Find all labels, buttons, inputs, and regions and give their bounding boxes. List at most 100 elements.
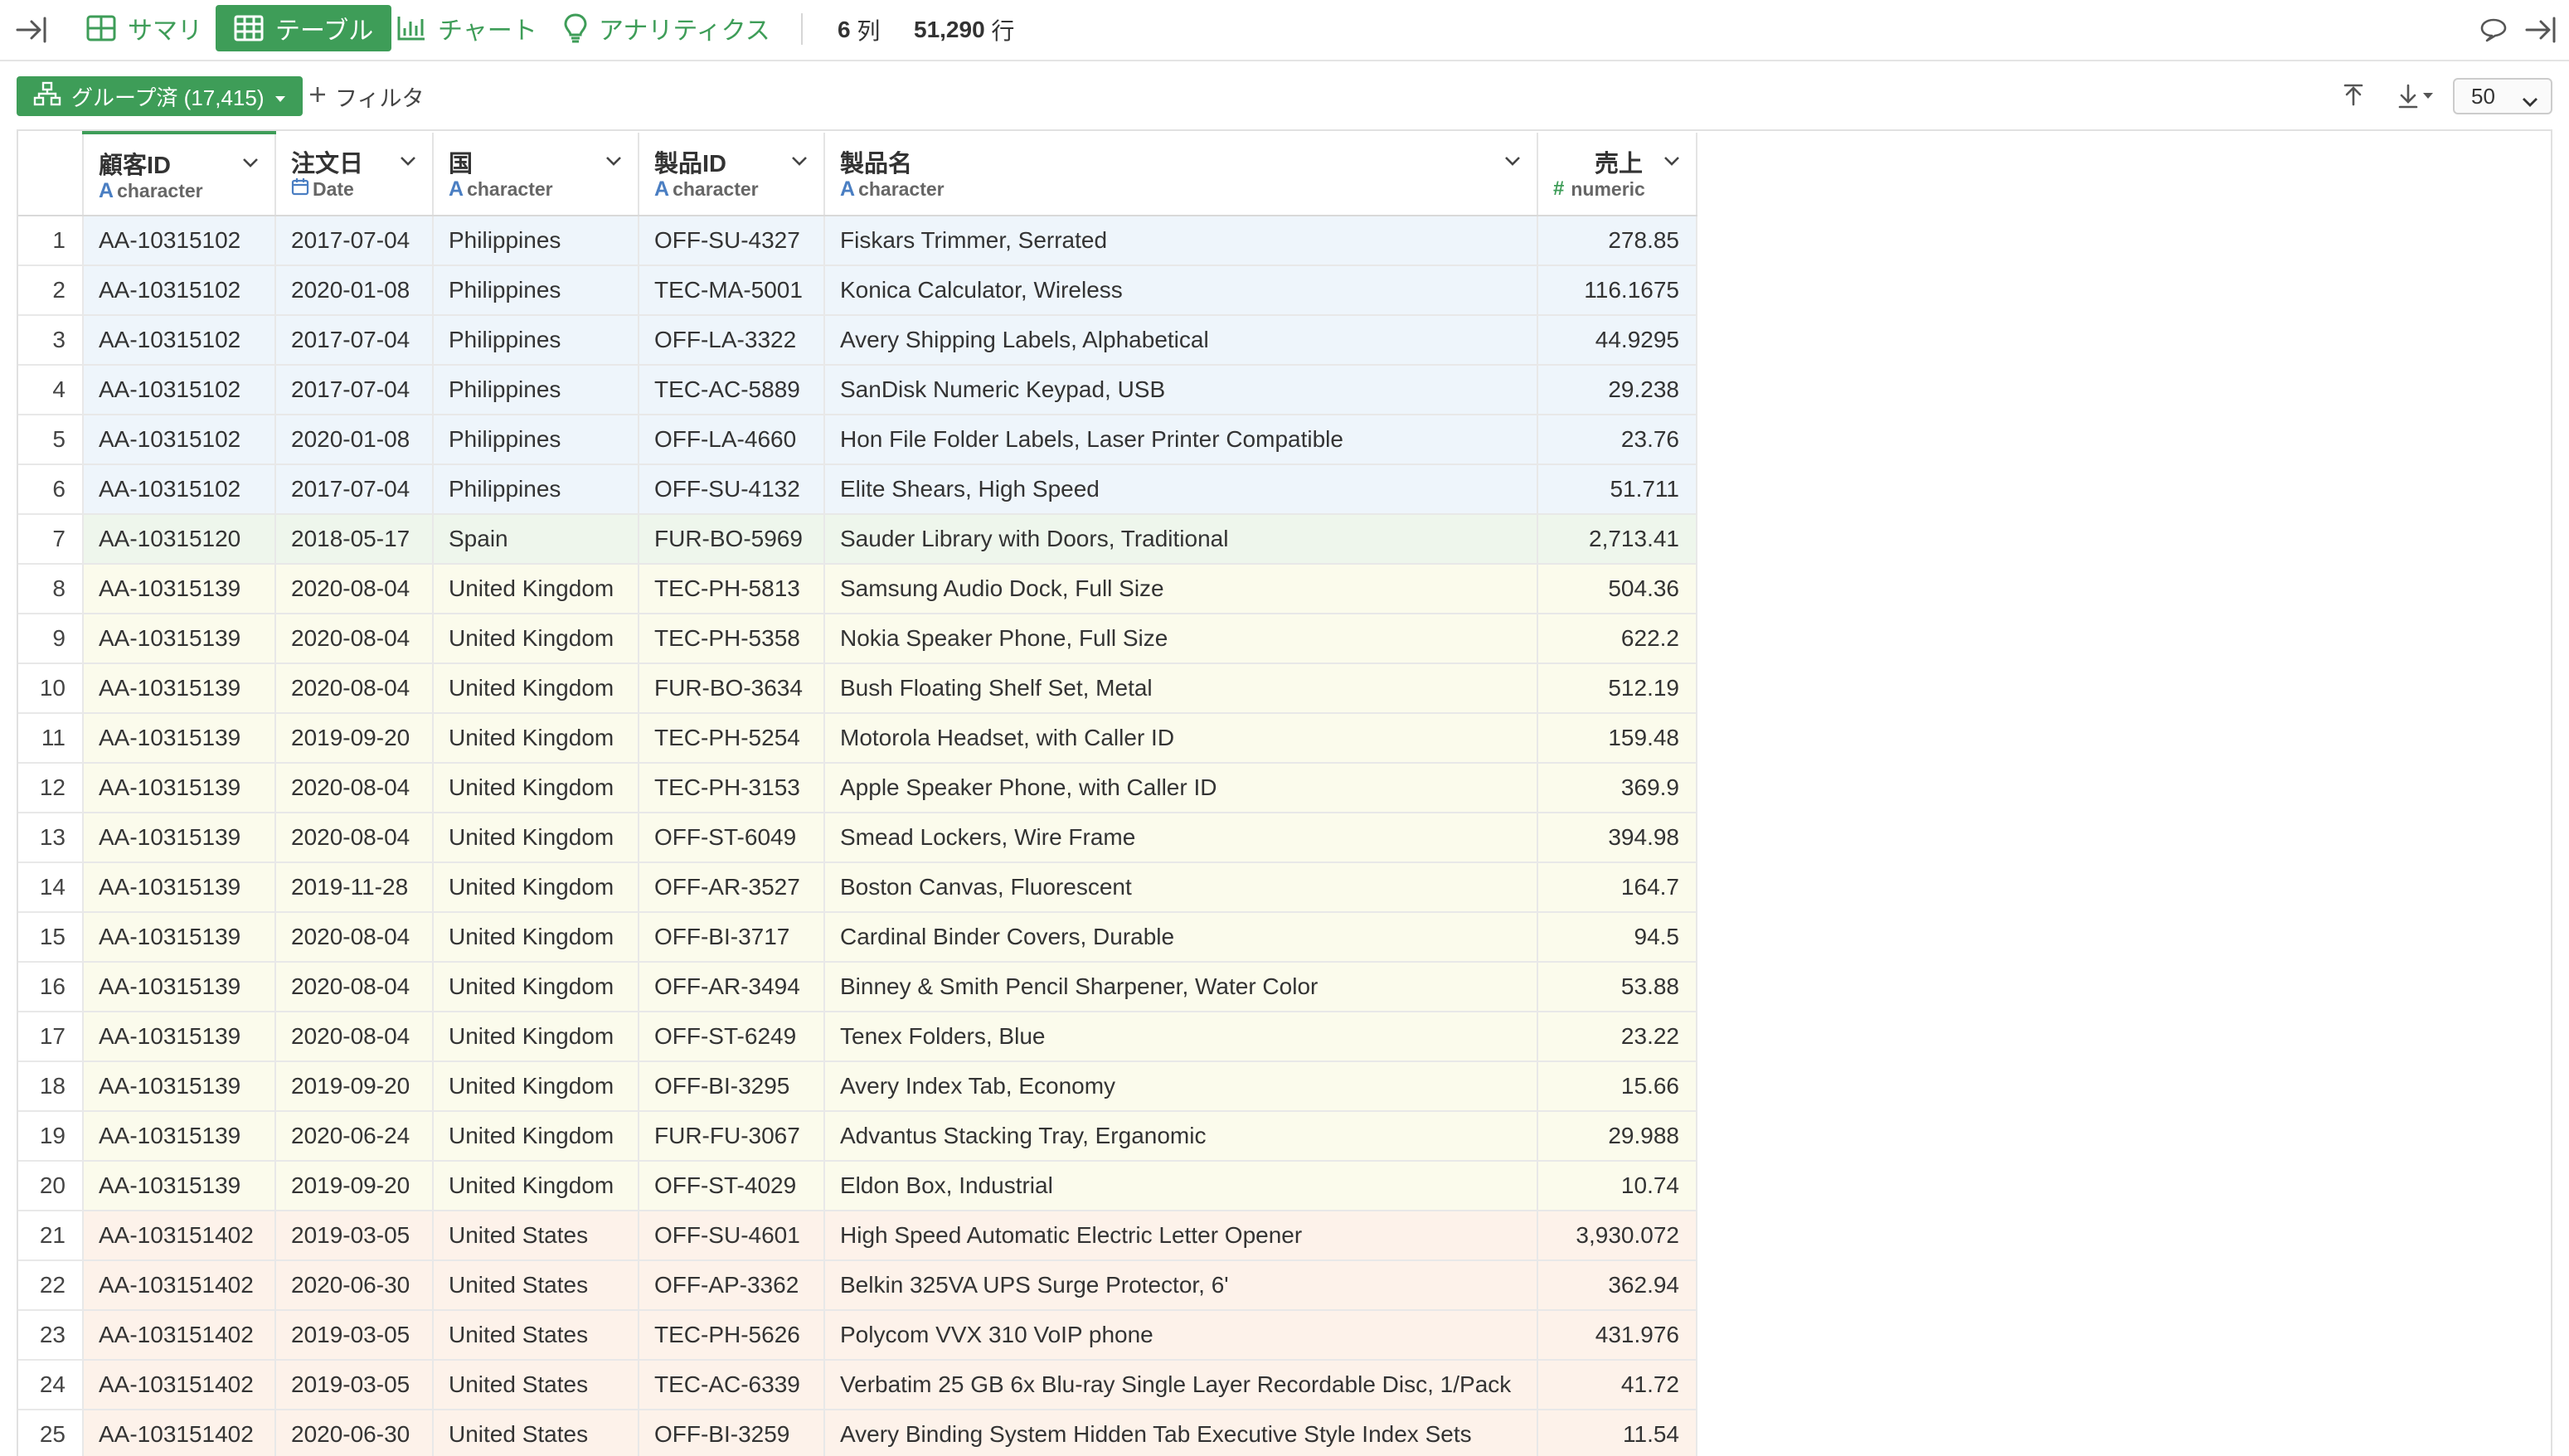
cell-customer-id[interactable]: AA-10315102 bbox=[83, 365, 276, 415]
cell-customer-id[interactable]: AA-10315139 bbox=[83, 763, 276, 813]
cell-product-id[interactable]: TEC-PH-3153 bbox=[639, 763, 825, 813]
table-row[interactable]: 9 AA-10315139 2020-08-04 United Kingdom TEC-… bbox=[18, 614, 1697, 664]
cell-customer-id[interactable]: AA-103151402 bbox=[83, 1360, 276, 1410]
cell-product-name[interactable]: Avery Binding System Hidden Tab Executiv… bbox=[824, 1410, 1538, 1456]
cell-sales[interactable]: 116.1675 bbox=[1537, 265, 1697, 316]
column-header-product-name[interactable]: 製品名 Acharacter bbox=[824, 133, 1538, 216]
table-row[interactable]: 6 AA-10315102 2017-07-04 Philippines OFF-SU-… bbox=[18, 464, 1697, 515]
cell-order-date[interactable]: 2020-08-04 bbox=[275, 1012, 434, 1062]
cell-product-id[interactable]: FUR-BO-3634 bbox=[639, 663, 825, 714]
cell-product-name[interactable]: Elite Shears, High Speed bbox=[824, 464, 1538, 515]
table-row[interactable]: 23 AA-103151402 2019-03-05 United States TEC… bbox=[18, 1310, 1697, 1361]
cell-product-name[interactable]: SanDisk Numeric Keypad, USB bbox=[824, 365, 1538, 415]
cell-sales[interactable]: 3,930.072 bbox=[1537, 1211, 1697, 1261]
cell-order-date[interactable]: 2020-08-04 bbox=[275, 614, 434, 664]
cell-product-id[interactable]: OFF-AR-3527 bbox=[639, 862, 825, 913]
cell-product-name[interactable]: Avery Shipping Labels, Alphabetical bbox=[824, 315, 1538, 366]
table-row[interactable]: 22 AA-103151402 2020-06-30 United States OFF… bbox=[18, 1260, 1697, 1311]
table-row[interactable]: 18 AA-10315139 2019-09-20 United Kingdom OFF… bbox=[18, 1061, 1697, 1112]
cell-order-date[interactable]: 2019-03-05 bbox=[275, 1310, 434, 1361]
cell-order-date[interactable]: 2020-08-04 bbox=[275, 763, 434, 813]
table-row[interactable]: 24 AA-103151402 2019-03-05 United States TEC… bbox=[18, 1360, 1697, 1410]
cell-customer-id[interactable]: AA-10315102 bbox=[83, 415, 276, 465]
cell-product-id[interactable]: OFF-ST-6249 bbox=[639, 1012, 825, 1062]
cell-order-date[interactable]: 2017-07-04 bbox=[275, 216, 434, 266]
column-header-sales[interactable]: 売上 # numeric bbox=[1537, 133, 1697, 216]
cell-order-date[interactable]: 2017-07-04 bbox=[275, 315, 434, 366]
cell-country[interactable]: United Kingdom bbox=[433, 1111, 639, 1162]
table-row[interactable]: 5 AA-10315102 2020-01-08 Philippines OFF-LA-… bbox=[18, 415, 1697, 465]
chevron-down-icon[interactable] bbox=[399, 154, 417, 172]
cell-product-name[interactable]: Boston Canvas, Fluorescent bbox=[824, 862, 1538, 913]
grouped-button[interactable]: グループ済 (17,415) bbox=[17, 76, 303, 116]
cell-sales[interactable]: 29.238 bbox=[1537, 365, 1697, 415]
cell-order-date[interactable]: 2019-11-28 bbox=[275, 862, 434, 913]
cell-country[interactable]: United States bbox=[433, 1360, 639, 1410]
cell-country[interactable]: United Kingdom bbox=[433, 713, 639, 764]
table-row[interactable]: 8 AA-10315139 2020-08-04 United Kingdom TEC-… bbox=[18, 564, 1697, 614]
comment-icon[interactable] bbox=[2479, 0, 2508, 60]
cell-order-date[interactable]: 2017-07-04 bbox=[275, 365, 434, 415]
cell-customer-id[interactable]: AA-10315102 bbox=[83, 216, 276, 266]
cell-sales[interactable]: 41.72 bbox=[1537, 1360, 1697, 1410]
cell-country[interactable]: United Kingdom bbox=[433, 962, 639, 1012]
table-row[interactable]: 13 AA-10315139 2020-08-04 United Kingdom OFF… bbox=[18, 813, 1697, 863]
cell-product-name[interactable]: Motorola Headset, with Caller ID bbox=[824, 713, 1538, 764]
cell-product-id[interactable]: FUR-FU-3067 bbox=[639, 1111, 825, 1162]
cell-customer-id[interactable]: AA-10315139 bbox=[83, 1061, 276, 1112]
cell-product-id[interactable]: OFF-BI-3295 bbox=[639, 1061, 825, 1112]
column-header-country[interactable]: 国 Acharacter bbox=[433, 133, 639, 216]
table-row[interactable]: 12 AA-10315139 2020-08-04 United Kingdom TEC… bbox=[18, 763, 1697, 813]
cell-sales[interactable]: 23.76 bbox=[1537, 415, 1697, 465]
table-row[interactable]: 17 AA-10315139 2020-08-04 United Kingdom OFF… bbox=[18, 1012, 1697, 1062]
tab-table[interactable]: テーブル bbox=[216, 5, 392, 51]
cell-sales[interactable]: 278.85 bbox=[1537, 216, 1697, 266]
cell-product-name[interactable]: Samsung Audio Dock, Full Size bbox=[824, 564, 1538, 614]
cell-country[interactable]: Philippines bbox=[433, 216, 639, 266]
cell-customer-id[interactable]: AA-10315139 bbox=[83, 663, 276, 714]
cell-product-id[interactable]: FUR-BO-5969 bbox=[639, 514, 825, 565]
cell-sales[interactable]: 394.98 bbox=[1537, 813, 1697, 863]
column-header-product-id[interactable]: 製品ID Acharacter bbox=[639, 133, 825, 216]
cell-sales[interactable]: 10.74 bbox=[1537, 1161, 1697, 1211]
cell-product-name[interactable]: High Speed Automatic Electric Letter Ope… bbox=[824, 1211, 1538, 1261]
cell-product-name[interactable]: Polycom VVX 310 VoIP phone bbox=[824, 1310, 1538, 1361]
cell-product-id[interactable]: TEC-PH-5626 bbox=[639, 1310, 825, 1361]
tab-summary[interactable]: サマリ bbox=[68, 5, 221, 51]
table-row[interactable]: 2 AA-10315102 2020-01-08 Philippines TEC-MA-… bbox=[18, 265, 1697, 316]
table-row[interactable]: 4 AA-10315102 2017-07-04 Philippines TEC-AC-… bbox=[18, 365, 1697, 415]
cell-sales[interactable]: 159.48 bbox=[1537, 713, 1697, 764]
cell-customer-id[interactable]: AA-103151402 bbox=[83, 1310, 276, 1361]
cell-order-date[interactable]: 2019-09-20 bbox=[275, 1161, 434, 1211]
table-row[interactable]: 11 AA-10315139 2019-09-20 United Kingdom TEC… bbox=[18, 713, 1697, 764]
table-row[interactable]: 16 AA-10315139 2020-08-04 United Kingdom OFF… bbox=[18, 962, 1697, 1012]
filter-button[interactable]: フィルタ bbox=[308, 76, 424, 116]
cell-product-id[interactable]: OFF-BI-3259 bbox=[639, 1410, 825, 1456]
cell-country[interactable]: United Kingdom bbox=[433, 1061, 639, 1112]
upload-icon[interactable] bbox=[2342, 78, 2365, 114]
cell-sales[interactable]: 504.36 bbox=[1537, 564, 1697, 614]
table-row[interactable]: 7 AA-10315120 2018-05-17 Spain FUR-BO-5969 Sa… bbox=[18, 514, 1697, 565]
chevron-down-icon[interactable] bbox=[241, 156, 260, 173]
cell-order-date[interactable]: 2020-06-30 bbox=[275, 1260, 434, 1311]
cell-sales[interactable]: 53.88 bbox=[1537, 962, 1697, 1012]
cell-product-name[interactable]: Nokia Speaker Phone, Full Size bbox=[824, 614, 1538, 664]
cell-order-date[interactable]: 2020-08-04 bbox=[275, 912, 434, 963]
cell-product-id[interactable]: OFF-LA-3322 bbox=[639, 315, 825, 366]
cell-country[interactable]: Philippines bbox=[433, 365, 639, 415]
cell-product-name[interactable]: Binney & Smith Pencil Sharpener, Water C… bbox=[824, 962, 1538, 1012]
cell-product-name[interactable]: Sauder Library with Doors, Traditional bbox=[824, 514, 1538, 565]
table-row[interactable]: 19 AA-10315139 2020-06-24 United Kingdom FUR… bbox=[18, 1111, 1697, 1162]
cell-country[interactable]: Philippines bbox=[433, 464, 639, 515]
cell-product-name[interactable]: Bush Floating Shelf Set, Metal bbox=[824, 663, 1538, 714]
cell-product-id[interactable]: TEC-AC-6339 bbox=[639, 1360, 825, 1410]
cell-sales[interactable]: 23.22 bbox=[1537, 1012, 1697, 1062]
cell-sales[interactable]: 369.9 bbox=[1537, 763, 1697, 813]
cell-sales[interactable]: 431.976 bbox=[1537, 1310, 1697, 1361]
table-row[interactable]: 3 AA-10315102 2017-07-04 Philippines OFF-LA-… bbox=[18, 315, 1697, 366]
cell-product-id[interactable]: TEC-PH-5254 bbox=[639, 713, 825, 764]
collapse-left-icon[interactable] bbox=[15, 0, 48, 60]
cell-country[interactable]: Philippines bbox=[433, 265, 639, 316]
cell-country[interactable]: United Kingdom bbox=[433, 813, 639, 863]
cell-product-name[interactable]: Smead Lockers, Wire Frame bbox=[824, 813, 1538, 863]
